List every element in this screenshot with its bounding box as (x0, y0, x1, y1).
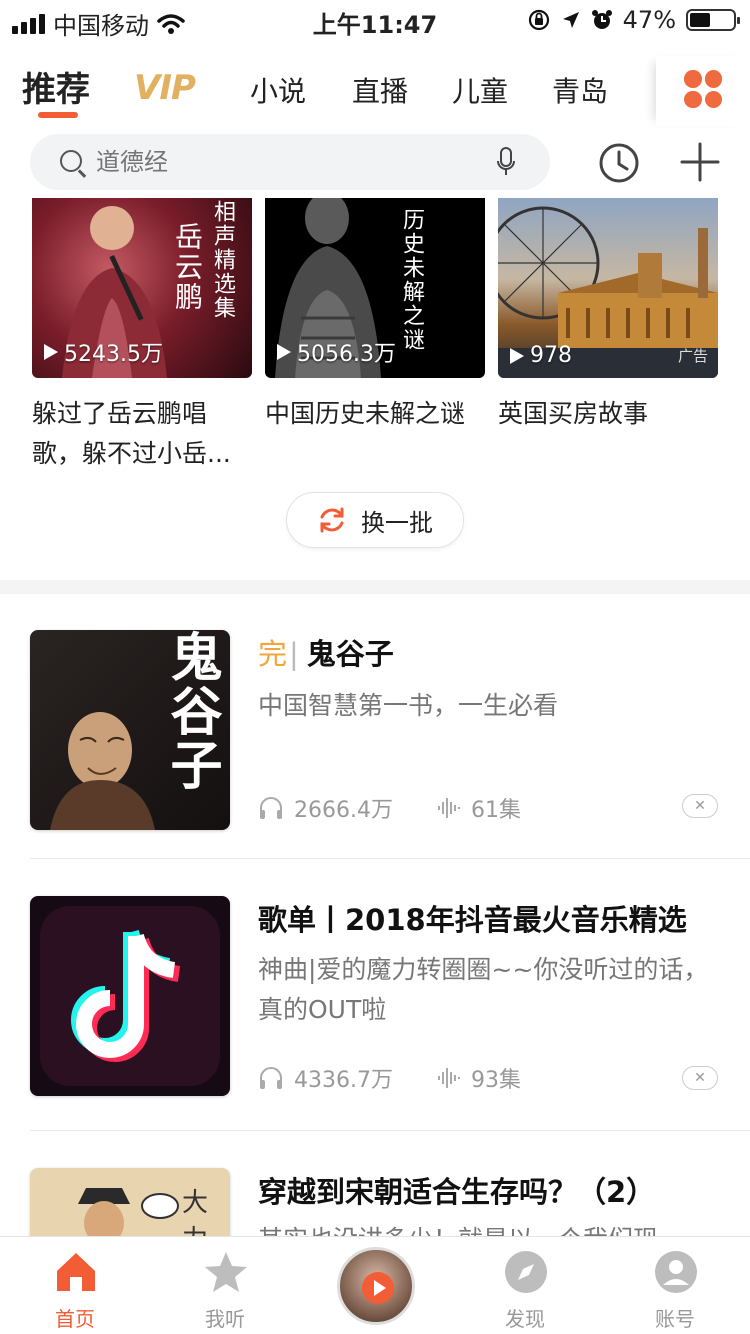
add-icon[interactable] (680, 142, 720, 182)
card-history-mystery[interactable]: 历史未解之谜 5056.3万 中国历史未解之谜 (265, 198, 485, 434)
audio-wave-icon (437, 798, 460, 818)
search-bar[interactable] (30, 134, 550, 190)
star-icon (205, 1252, 247, 1292)
card-cover: 978 广告 (498, 198, 718, 378)
cover-title: 历史未解之谜 (399, 208, 424, 352)
row-divider (30, 858, 750, 859)
battery-percent: 47% (622, 6, 676, 34)
category-tabs: 推荐 VIP 小说 直播 儿童 青岛 (0, 56, 750, 126)
refresh-batch-button[interactable]: 换一批 (286, 492, 464, 548)
compass-icon (505, 1251, 547, 1293)
audio-wave-icon (437, 1068, 460, 1088)
card-cover: 历史未解之谜 5056.3万 (265, 198, 485, 378)
refresh-icon (320, 507, 344, 533)
play-count: 5056.3万 (277, 336, 396, 368)
play-icon (277, 344, 291, 360)
dismiss-button[interactable]: ✕ (682, 1066, 718, 1090)
cover-subtitle: 相声精选集 (210, 200, 235, 320)
recommend-cards: 岳云鹏 相声精选集 5243.5万 躲过了岳云鹏唱歌，躲不过小岳... 历史未解… (0, 198, 750, 468)
row-divider (30, 1130, 750, 1131)
item-description: 中国智慧第一书，一生必看 (258, 691, 559, 720)
play-count: 2666.4万 (294, 798, 393, 823)
tab-qingdao[interactable]: 青岛 (552, 70, 608, 110)
play-count: 4336.7万 (294, 1068, 393, 1093)
microphone-icon[interactable] (496, 147, 516, 177)
tiktok-logo (40, 906, 220, 1086)
play-count: 5243.5万 (44, 336, 163, 368)
item-title: 完| 鬼谷子 (258, 637, 394, 671)
item-meta: 4336.7万 93集 (258, 1062, 521, 1094)
search-input[interactable] (96, 142, 496, 182)
dismiss-button[interactable]: ✕ (682, 794, 718, 818)
ad-badge: 广告 (677, 347, 708, 365)
card-cover: 岳云鹏 相声精选集 5243.5万 (32, 198, 252, 378)
item-title: 歌单丨2018年抖音最火音乐精选 (258, 903, 687, 937)
item-meta: 2666.4万 61集 (258, 792, 521, 824)
play-icon (44, 344, 58, 360)
all-categories-button[interactable] (656, 56, 750, 126)
nav-discover[interactable]: 发现 (465, 1237, 585, 1334)
refresh-label: 换一批 (361, 508, 433, 537)
tab-recommend[interactable]: 推荐 (22, 62, 90, 111)
card-uk-housing[interactable]: 978 广告 英国买房故事 (498, 198, 718, 434)
alarm-icon (591, 10, 612, 29)
card-title: 中国历史未解之谜 (265, 399, 466, 428)
tab-children[interactable]: 儿童 (452, 70, 508, 110)
finished-badge: 完 (258, 637, 288, 671)
orientation-lock-icon (528, 9, 549, 31)
history-icon[interactable] (598, 142, 640, 184)
tab-live[interactable]: 直播 (352, 70, 408, 110)
account-icon (655, 1251, 697, 1293)
item-description: 神曲|爱的魔力转圈圈~~你没听过的话，真的OUT啦 (258, 955, 709, 1024)
episode-count: 61集 (470, 798, 521, 823)
nav-my-listening[interactable]: 我听 (165, 1237, 285, 1334)
card-title: 躲过了岳云鹏唱歌，躲不过小岳... (32, 399, 231, 468)
card-yueyunpeng[interactable]: 岳云鹏 相声精选集 5243.5万 躲过了岳云鹏唱歌，躲不过小岳... (32, 198, 252, 474)
item-cover (30, 896, 230, 1096)
nav-home[interactable]: 首页 (15, 1237, 135, 1334)
play-icon (362, 1272, 394, 1304)
item-title: 穿越到宋朝适合生存吗？（2） (258, 1175, 656, 1209)
tab-novel[interactable]: 小说 (250, 70, 306, 110)
location-icon (562, 12, 579, 28)
search-icon (60, 150, 82, 172)
home-icon (57, 1253, 95, 1291)
play-icon (510, 347, 524, 364)
nav-account[interactable]: 账号 (615, 1237, 735, 1334)
episode-count: 93集 (470, 1068, 521, 1093)
active-tab-indicator (38, 112, 78, 118)
status-bar: 中国移动 上午11:47 47% (0, 0, 750, 40)
bottom-navigation: 首页 我听 发现 账号 (0, 1236, 750, 1334)
headphones-icon (260, 1067, 282, 1089)
tab-vip[interactable]: VIP (134, 68, 196, 108)
item-cover: 鬼谷子 (30, 630, 230, 830)
headphones-icon (260, 797, 282, 819)
grid-icon (684, 70, 722, 108)
cover-title: 鬼谷子 (161, 630, 221, 792)
now-playing-button[interactable] (337, 1247, 415, 1325)
section-divider (0, 580, 750, 594)
battery-icon (686, 9, 740, 31)
cover-title: 岳云鹏 (171, 222, 204, 312)
play-count: 978 (510, 343, 572, 368)
card-title: 英国买房故事 (498, 399, 649, 428)
